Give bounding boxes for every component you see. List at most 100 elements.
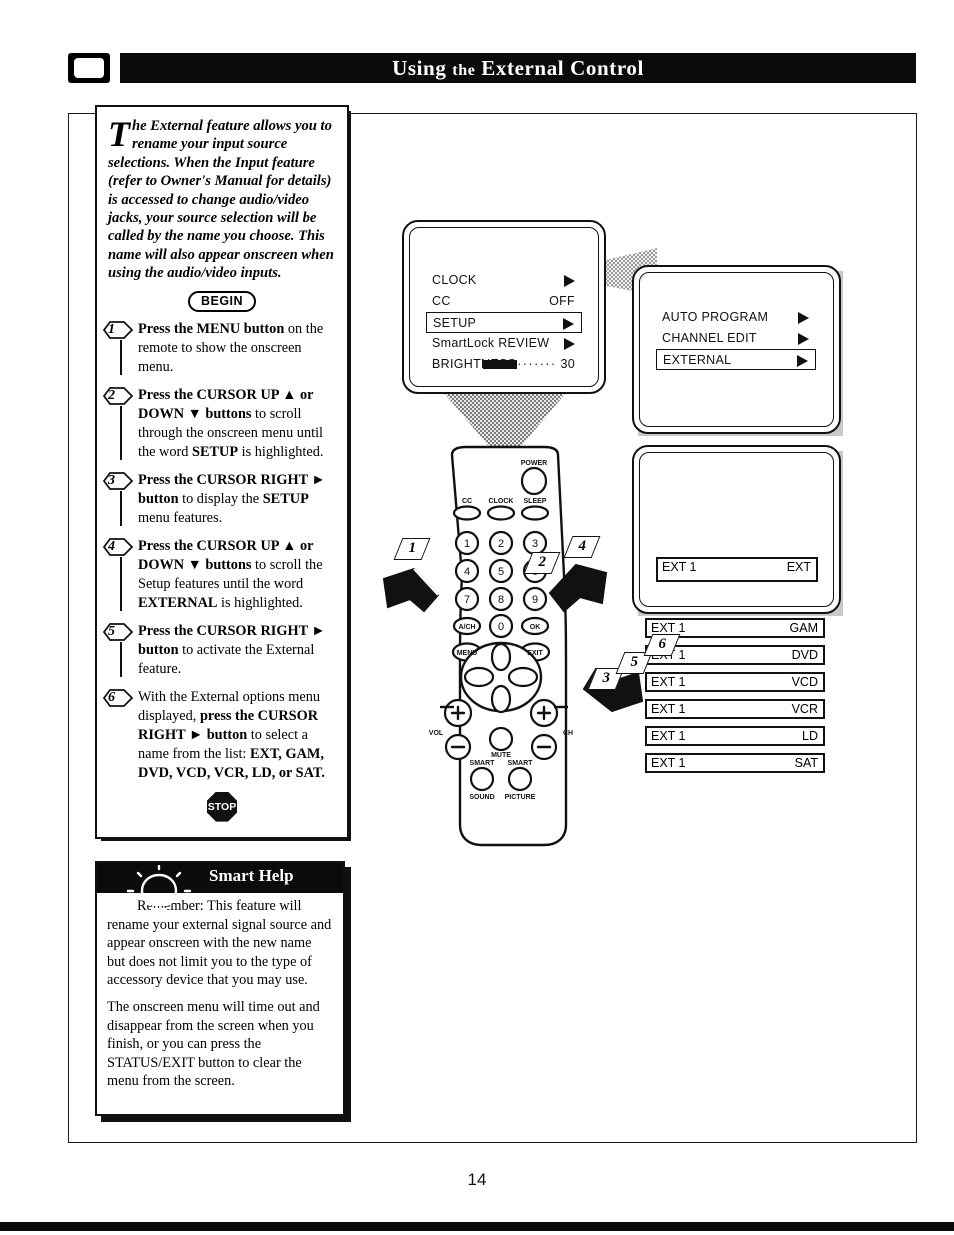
option-left: EXT 1	[651, 756, 686, 770]
begin-badge: BEGIN	[187, 290, 257, 312]
step-1: 1 Press the MENU button on the remote to …	[102, 320, 336, 377]
steps-panel: The External feature allows you to renam…	[95, 105, 349, 839]
step-number-badge-6: 6	[102, 688, 134, 707]
main-menu-osd: CLOCK CC OFF SETUP SmartLock REVIEW BRIGHTNES…	[426, 270, 582, 375]
step-rule	[120, 405, 122, 460]
step-number-3: 3	[108, 472, 115, 488]
remote-key-8: 8	[498, 594, 504, 606]
tv-external-screen: EXT 1 EXT	[632, 445, 841, 614]
option-left: EXT 1	[651, 729, 686, 743]
name-option-ld[interactable]: EXT 1 LD	[645, 726, 827, 748]
intro-dropcap: T	[108, 114, 130, 154]
tv-screen-icon	[68, 53, 110, 83]
row-label: SmartLock REVIEW	[432, 336, 550, 350]
remote-ach-label: A/CH	[458, 624, 475, 631]
step-number-badge-3: 3	[102, 471, 134, 490]
brightness-value: ······· 30	[483, 354, 575, 375]
remote-cc-label: CC	[462, 498, 472, 505]
illustration-area: CLOCK CC OFF SETUP SmartLock REVIEW BRIGHTNES…	[380, 200, 880, 860]
step-4: 4 Press the CURSOR UP ▲ or DOWN ▼ buttons…	[102, 537, 336, 613]
tv-inner-bezel	[639, 452, 834, 607]
setup-menu-row-0[interactable]: AUTO PROGRAM	[656, 307, 816, 328]
step-text-3: Press the CURSOR RIGHT ► button to displ…	[138, 471, 326, 526]
remote-clock-label: CLOCK	[489, 498, 514, 505]
remote-key-1: 1	[464, 538, 470, 550]
option-right: DVD	[791, 648, 818, 662]
step-3: 3 Press the CURSOR RIGHT ► button to disp…	[102, 471, 336, 528]
page-title: Using the External Control	[120, 53, 916, 83]
option-right: VCR	[791, 702, 818, 716]
intro-paragraph: The External feature allows you to renam…	[108, 114, 336, 283]
name-option-sat[interactable]: EXT 1 SAT	[645, 753, 827, 775]
manual-page: Using the External Control The External …	[0, 0, 954, 1235]
step-text-2: Press the CURSOR UP ▲ or DOWN ▼ buttons …	[138, 386, 324, 460]
step-number-1: 1	[108, 321, 115, 337]
remote-sleep-label: SLEEP	[524, 498, 547, 505]
title-word-2: the	[452, 62, 476, 79]
remote-key-3: 3	[532, 538, 538, 550]
pointing-hand-middle-icon	[548, 563, 608, 613]
row-label: EXTERNAL	[663, 353, 732, 367]
title-word-1: Using	[392, 56, 447, 80]
tv-setup-menu-screen: AUTO PROGRAM CHANNEL EDIT EXTERNAL	[632, 265, 841, 434]
steps-list: 1 Press the MENU button on the remote to …	[102, 320, 336, 783]
smart-help-box: Smart Help Remember: This feature will r…	[95, 861, 345, 1116]
step-number-badge-5: 5	[102, 622, 134, 641]
remote-smart-picture-label-2: PICTURE	[505, 794, 536, 801]
smart-help-title-word-1: Smart	[209, 866, 255, 885]
step-2: 2 Press the CURSOR UP ▲ or DOWN ▼ buttons…	[102, 386, 336, 462]
row-label: SETUP	[433, 316, 477, 330]
title-word-4: Control	[570, 56, 644, 80]
option-right: GAM	[789, 621, 818, 635]
main-menu-row-3[interactable]: SmartLock REVIEW	[426, 333, 582, 354]
main-menu-row-4[interactable]: BRIGHTNESS ······· 30	[426, 354, 582, 375]
smart-help-paragraph: The onscreen menu will time out and disa…	[107, 998, 320, 1090]
step-number-badge-2: 2	[102, 386, 134, 405]
name-option-vcd[interactable]: EXT 1 VCD	[645, 672, 827, 694]
step-rule	[120, 556, 122, 611]
arrow-right-icon	[564, 270, 575, 291]
row-label: CLOCK	[432, 273, 477, 287]
remote-smart-sound-label-1: SMART	[470, 760, 496, 767]
remote-power-label: POWER	[521, 460, 547, 467]
step-number-badge-1: 1	[102, 320, 134, 339]
setup-menu-row-1[interactable]: CHANNEL EDIT	[656, 328, 816, 349]
step-number-5: 5	[108, 623, 115, 639]
page-number: 14	[467, 1170, 487, 1189]
step-rule	[120, 339, 122, 375]
page-header: Using the External Control	[68, 53, 916, 83]
bottom-rule	[0, 1222, 954, 1231]
step-text-1: Press the MENU button on the remote to s…	[138, 320, 324, 375]
begin-badge-wrap: BEGIN	[108, 290, 336, 312]
arrow-right-icon	[563, 313, 574, 334]
external-name-right: EXT	[786, 560, 811, 574]
smart-help-title: Smart Help	[209, 866, 294, 886]
main-menu-row-1[interactable]: CC OFF	[426, 291, 582, 312]
callout-4: 4	[563, 536, 601, 558]
option-left: EXT 1	[651, 702, 686, 716]
arrow-right-icon	[798, 328, 809, 349]
step-6: 6 With the External options menu displaye…	[102, 688, 336, 783]
step-text-4: Press the CURSOR UP ▲ or DOWN ▼ buttons …	[138, 537, 323, 611]
row-label: CC	[432, 294, 451, 308]
name-option-vcr[interactable]: EXT 1 VCR	[645, 699, 827, 721]
callout-1: 1	[393, 538, 431, 560]
arrow-right-icon	[798, 307, 809, 328]
main-menu-row-0[interactable]: CLOCK	[426, 270, 582, 291]
remote-mute-label: MUTE	[491, 752, 511, 759]
remote-ch-label: CH	[563, 730, 573, 737]
beam-graphic	[440, 388, 570, 450]
callout-6: 6	[643, 634, 681, 656]
main-menu-row-2[interactable]: SETUP	[426, 312, 582, 333]
stop-badge: STOP	[207, 791, 237, 822]
external-name-bar: EXT 1 EXT	[656, 557, 818, 582]
title-word-3: External	[481, 56, 565, 80]
step-number-badge-4: 4	[102, 537, 134, 556]
remote-smart-picture-label-1: SMART	[508, 760, 534, 767]
row-label: CHANNEL EDIT	[662, 331, 757, 345]
option-right: LD	[802, 729, 818, 743]
row-label: AUTO PROGRAM	[662, 310, 769, 324]
setup-menu-row-2[interactable]: EXTERNAL	[656, 349, 816, 370]
arrow-right-icon	[797, 350, 808, 371]
remote-control-illustration: POWER CC CLOCK SLEEP A/CH OK MENU EXIT V…	[429, 445, 573, 847]
